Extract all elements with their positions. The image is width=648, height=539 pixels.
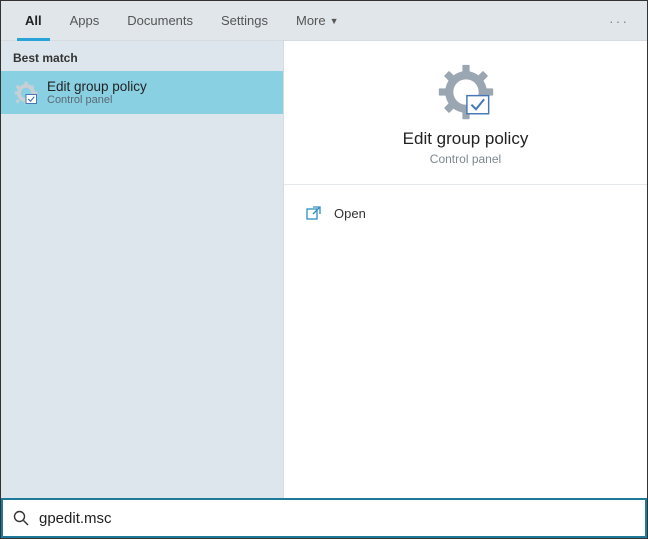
tab-label: Settings [221,13,268,28]
tab-more[interactable]: More ▼ [282,1,353,41]
result-icon [13,80,39,106]
tab-label: More [296,13,326,28]
result-subtitle: Control panel [47,94,147,106]
best-match-heading: Best match [1,41,283,71]
tab-documents[interactable]: Documents [113,1,207,41]
filter-tabs: All Apps Documents Settings More ▼ ··· [1,1,647,41]
search-bar[interactable] [1,498,647,538]
action-label: Open [334,206,366,221]
tab-apps[interactable]: Apps [56,1,114,41]
details-subtitle: Control panel [302,152,629,166]
main: Best match Edit group policy Control pan… [1,41,647,498]
result-text: Edit group policy Control panel [47,79,147,106]
tab-all[interactable]: All [11,1,56,41]
details-hero: Edit group policy Control panel [284,41,647,185]
search-icon [13,510,29,526]
action-open[interactable]: Open [302,199,629,227]
open-external-icon [306,205,322,221]
tab-label: Documents [127,13,193,28]
results-pane: Best match Edit group policy Control pan… [1,41,284,498]
overflow-menu-button[interactable]: ··· [601,7,637,35]
details-title: Edit group policy [302,129,629,149]
result-item[interactable]: Edit group policy Control panel [1,71,283,114]
tab-settings[interactable]: Settings [207,1,282,41]
chevron-down-icon: ▼ [330,16,339,26]
search-input[interactable] [39,510,635,527]
gear-check-icon [14,81,38,105]
result-title: Edit group policy [47,79,147,94]
actions-list: Open [284,185,647,241]
gear-check-icon [437,63,495,121]
tab-label: Apps [70,13,100,28]
details-pane: Edit group policy Control panel Open [284,41,647,498]
tab-label: All [25,13,42,28]
